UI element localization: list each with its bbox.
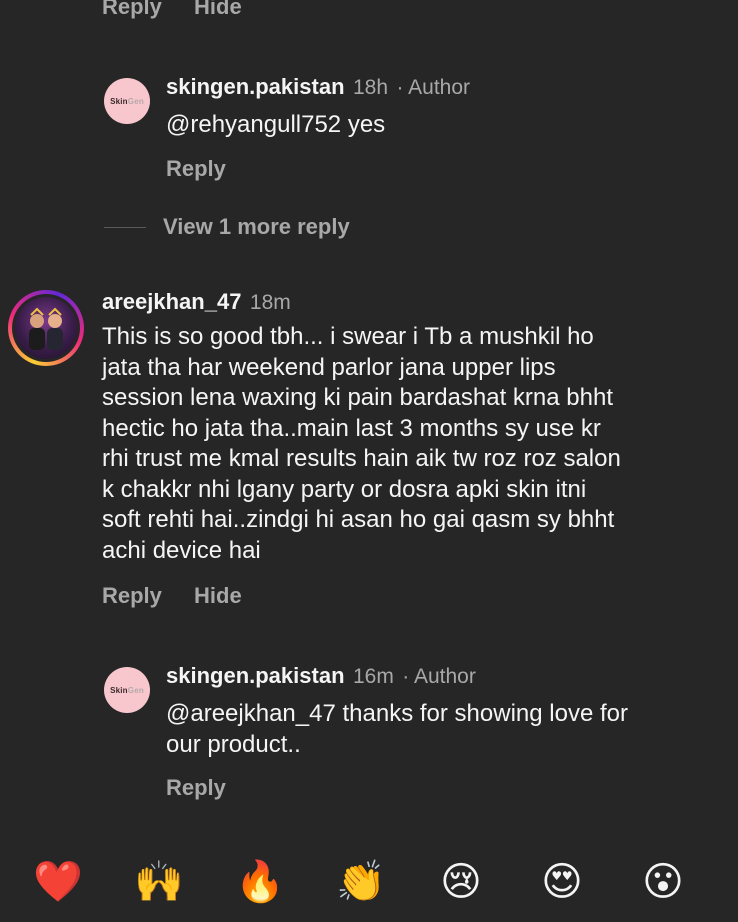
reply-button[interactable]: Reply: [166, 775, 226, 801]
text-line: @areejkhan_47 thanks for showing love fo…: [166, 700, 628, 727]
view-more-replies-button[interactable]: View 1 more reply: [163, 214, 350, 240]
text-line: rhi trust me kmal results hain aik tw ro…: [102, 445, 621, 472]
username[interactable]: skingen.pakistan: [166, 74, 345, 99]
crying-face-icon[interactable]: 😢: [437, 858, 485, 906]
divider: [104, 227, 146, 228]
comment-text: This is so good tbh... i swear i Tb a mu…: [102, 322, 722, 566]
text-line: our product..: [166, 730, 301, 758]
skingen-logo: SkinGen: [110, 685, 144, 695]
comment-header: areejkhan_47 18m: [102, 289, 291, 315]
text-line: achi device hai: [102, 536, 261, 564]
timestamp: 18h: [352, 76, 389, 99]
skingen-logo: SkinGen: [110, 96, 144, 106]
avatar-skingen[interactable]: SkinGen: [104, 667, 150, 713]
text-line: jata tha har weekend parlor jana upper l…: [102, 353, 556, 381]
raising-hands-icon[interactable]: 🙌: [134, 858, 184, 906]
text-line: k chakkr nhi lgany party or dosra apki s…: [102, 475, 587, 503]
reply-button[interactable]: Reply: [166, 156, 226, 182]
red-heart-icon[interactable]: ❤️: [33, 858, 83, 906]
text-line: soft rehti hai..zindgi hi asan ho gai qa…: [102, 506, 615, 533]
text-line: This is so good tbh... i swear i Tb a mu…: [102, 323, 594, 350]
timestamp: 16m: [352, 665, 394, 688]
username[interactable]: areejkhan_47: [102, 289, 241, 314]
username[interactable]: skingen.pakistan: [166, 663, 345, 688]
comment-text: @rehyangull752 yes: [166, 111, 386, 138]
comment-text: @areejkhan_47 thanks for showing love fo…: [166, 699, 628, 760]
quick-reactions-bar: ❤️ 🙌 🔥 👏 😢 😍 😮: [0, 858, 738, 908]
reply-button-top[interactable]: Reply: [102, 0, 162, 20]
surprised-face-icon[interactable]: 😮: [639, 858, 687, 906]
profile-photo: [15, 297, 77, 359]
avatar-skingen[interactable]: SkinGen: [104, 78, 150, 124]
reply-button[interactable]: Reply: [102, 583, 162, 609]
text-line: hectic ho jata tha..main last 3 months s…: [102, 414, 601, 442]
clapping-hands-icon[interactable]: 👏: [336, 858, 386, 906]
fire-icon[interactable]: 🔥: [235, 858, 285, 906]
comment-header: skingen.pakistan 16m · Author: [166, 663, 476, 689]
comment-header: skingen.pakistan 18h · Author: [166, 74, 470, 100]
author-badge: · Author: [402, 665, 476, 688]
heart-eyes-icon[interactable]: 😍: [538, 858, 586, 906]
story-ring: [12, 294, 80, 362]
avatar-areejkhan[interactable]: [8, 290, 84, 366]
text-line: session lena waxing ki pain bardashat kr…: [102, 384, 613, 411]
timestamp: 18m: [249, 291, 291, 314]
hide-button[interactable]: Hide: [194, 583, 242, 609]
author-badge: · Author: [396, 76, 471, 99]
hide-button-top[interactable]: Hide: [194, 0, 242, 20]
